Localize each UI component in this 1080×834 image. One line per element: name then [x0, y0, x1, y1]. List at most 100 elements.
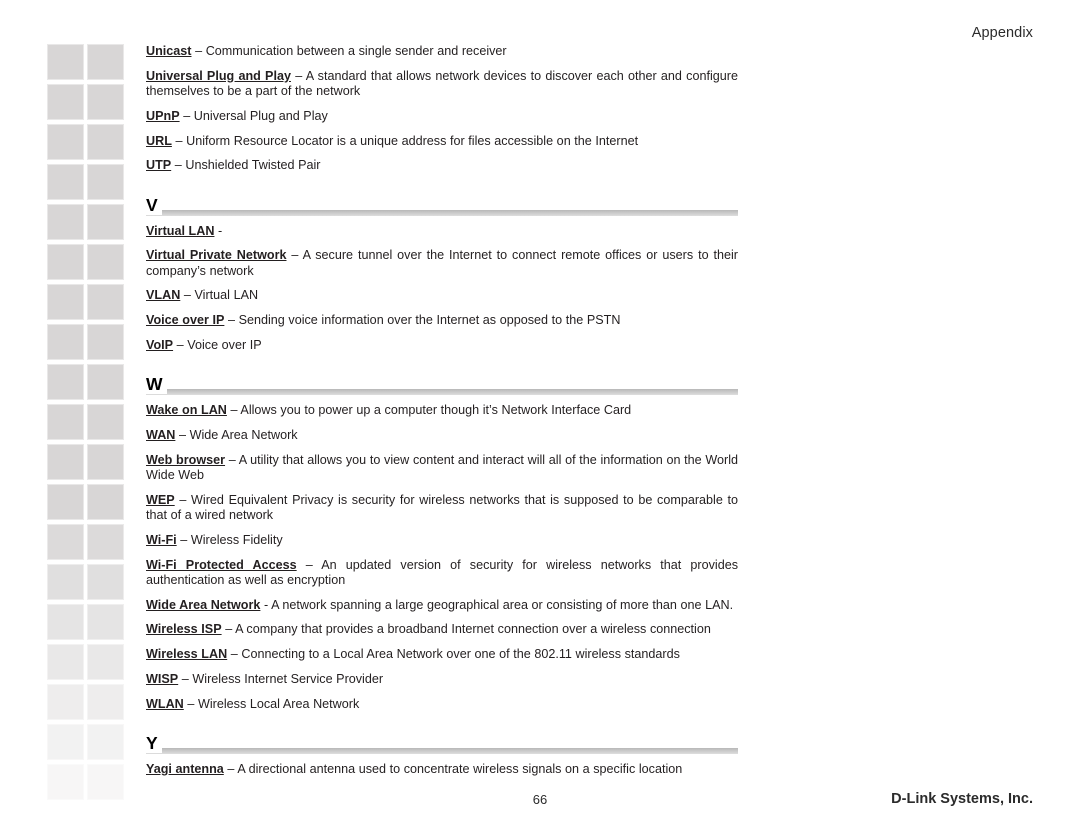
- glossary-term: Wide Area Network: [146, 597, 261, 612]
- page-thumbnail[interactable]: [87, 564, 124, 600]
- glossary-definition: A company that provides a broadband Inte…: [235, 622, 711, 637]
- glossary-entry: Yagi antenna – A directional antenna use…: [146, 761, 683, 776]
- page-thumbnail[interactable]: [87, 364, 124, 400]
- section-letter: W: [146, 374, 163, 395]
- glossary-entry: Virtual LAN -: [146, 223, 223, 238]
- page-thumbnail[interactable]: [47, 164, 84, 200]
- glossary-definition: Allows you to power up a computer though…: [240, 403, 632, 418]
- page-thumbnail[interactable]: [47, 244, 84, 280]
- glossary-entry: Wireless ISP – A company that provides a…: [146, 622, 711, 637]
- section-letter-wrapper: Y: [146, 732, 162, 753]
- page-thumbnail[interactable]: [87, 124, 124, 160]
- glossary-entry: WISP – Wireless Internet Service Provide…: [146, 671, 384, 686]
- page-thumbnail[interactable]: [47, 204, 84, 240]
- page-thumbnail[interactable]: [47, 604, 84, 640]
- glossary-entry: Unicast – Communication between a single…: [146, 44, 507, 58]
- glossary-term: WEP: [146, 492, 175, 507]
- glossary-term: VoIP: [146, 337, 174, 352]
- thumbnail-row: [47, 644, 127, 684]
- glossary-definition: Wired Equivalent Privacy is security for…: [146, 492, 739, 522]
- section-divider-rule: [146, 389, 738, 396]
- thumbnail-row: [47, 164, 127, 204]
- glossary-definition: Communication between a single sender an…: [205, 44, 507, 58]
- page-thumbnail[interactable]: [87, 484, 124, 520]
- glossary-definition: A network spanning a large geographical …: [271, 597, 734, 612]
- glossary-term: WISP: [146, 671, 179, 686]
- page-thumbnail[interactable]: [47, 364, 84, 400]
- thumbnail-row: [47, 244, 127, 284]
- glossary-term: VLAN: [146, 288, 181, 303]
- glossary-term: Virtual LAN: [146, 223, 215, 238]
- page-thumbnail[interactable]: [87, 604, 124, 640]
- glossary-definition: Voice over IP: [187, 337, 262, 352]
- page-thumbnail[interactable]: [87, 284, 124, 320]
- page-header: Appendix: [0, 25, 1080, 43]
- glossary-term: Web browser: [146, 452, 226, 467]
- glossary-entry: UPnP – Universal Plug and Play: [146, 108, 328, 123]
- glossary-section-heading: Y: [146, 732, 738, 756]
- glossary-term: URL: [146, 133, 172, 148]
- glossary-term: Wake on LAN: [146, 403, 227, 418]
- page-thumbnail[interactable]: [87, 524, 124, 560]
- thumbnail-row: [47, 364, 127, 404]
- glossary-definition: Connecting to a Local Area Network over …: [241, 647, 680, 662]
- thumbnail-row: [47, 404, 127, 444]
- page-thumbnail[interactable]: [47, 84, 84, 120]
- glossary-entry: URL – Uniform Resource Locator is a uniq…: [146, 133, 639, 148]
- glossary-term: UPnP: [146, 108, 180, 123]
- page-thumbnail[interactable]: [47, 124, 84, 160]
- page-thumbnail[interactable]: [87, 724, 124, 760]
- glossary-entry: UTP – Unshielded Twisted Pair: [146, 158, 321, 173]
- glossary-term: UTP: [146, 158, 172, 173]
- page-thumbnail[interactable]: [87, 644, 124, 680]
- thumbnail-row: [47, 524, 127, 564]
- page-footer: 66 D-Link Systems, Inc.: [0, 791, 1080, 812]
- glossary-entry: VLAN – Virtual LAN: [146, 288, 259, 303]
- page-thumbnail[interactable]: [47, 644, 84, 680]
- glossary-term: Virtual Private Network: [146, 248, 287, 263]
- section-letter-wrapper: V: [146, 194, 162, 215]
- thumbnail-row: [47, 564, 127, 604]
- page-thumbnail[interactable]: [47, 484, 84, 520]
- thumbnail-row: [47, 84, 127, 124]
- glossary-definition: Wireless Fidelity: [190, 532, 283, 547]
- page-thumbnail[interactable]: [87, 204, 124, 240]
- page-thumbnail[interactable]: [47, 444, 84, 480]
- thumbnail-row: [47, 204, 127, 244]
- glossary-entry: WAN – Wide Area Network: [146, 427, 298, 442]
- glossary-definition: Sending voice information over the Inter…: [238, 313, 621, 328]
- page-thumbnail[interactable]: [87, 684, 124, 720]
- page-thumbnail[interactable]: [87, 244, 124, 280]
- page-thumbnail[interactable]: [87, 44, 124, 80]
- glossary-term: WAN: [146, 427, 176, 442]
- glossary-definition: Universal Plug and Play: [193, 108, 328, 123]
- page-thumbnail[interactable]: [47, 404, 84, 440]
- page-thumbnail[interactable]: [47, 324, 84, 360]
- thumbnail-row: [47, 444, 127, 484]
- thumbnail-row: [47, 324, 127, 364]
- thumbnail-row: [47, 284, 127, 324]
- page-thumbnail[interactable]: [47, 564, 84, 600]
- glossary-term: Wi-Fi: [146, 532, 177, 547]
- page-thumbnail[interactable]: [87, 324, 124, 360]
- glossary-entry: VoIP – Voice over IP: [146, 337, 262, 352]
- page-thumbnail[interactable]: [47, 684, 84, 720]
- page-thumbnail[interactable]: [87, 404, 124, 440]
- thumbnail-row: [47, 44, 127, 84]
- glossary-term: WLAN: [146, 696, 184, 711]
- thumbnail-row: [47, 124, 127, 164]
- glossary-entry: WLAN – Wireless Local Area Network: [146, 696, 360, 711]
- thumbnail-row: [47, 684, 127, 724]
- page-thumbnail[interactable]: [47, 284, 84, 320]
- glossary-section-heading: V: [146, 194, 738, 218]
- page-thumbnail[interactable]: [87, 164, 124, 200]
- glossary-section-heading: W: [146, 374, 738, 397]
- thumbnail-row: [47, 724, 127, 764]
- page-thumbnail[interactable]: [47, 44, 84, 80]
- page-thumbnail[interactable]: [47, 524, 84, 560]
- glossary-entry: Universal Plug and Play – A standard tha…: [146, 68, 738, 98]
- page-thumbnail-rail[interactable]: [47, 44, 127, 804]
- page-thumbnail[interactable]: [47, 724, 84, 760]
- page-thumbnail[interactable]: [87, 84, 124, 120]
- page-thumbnail[interactable]: [87, 444, 124, 480]
